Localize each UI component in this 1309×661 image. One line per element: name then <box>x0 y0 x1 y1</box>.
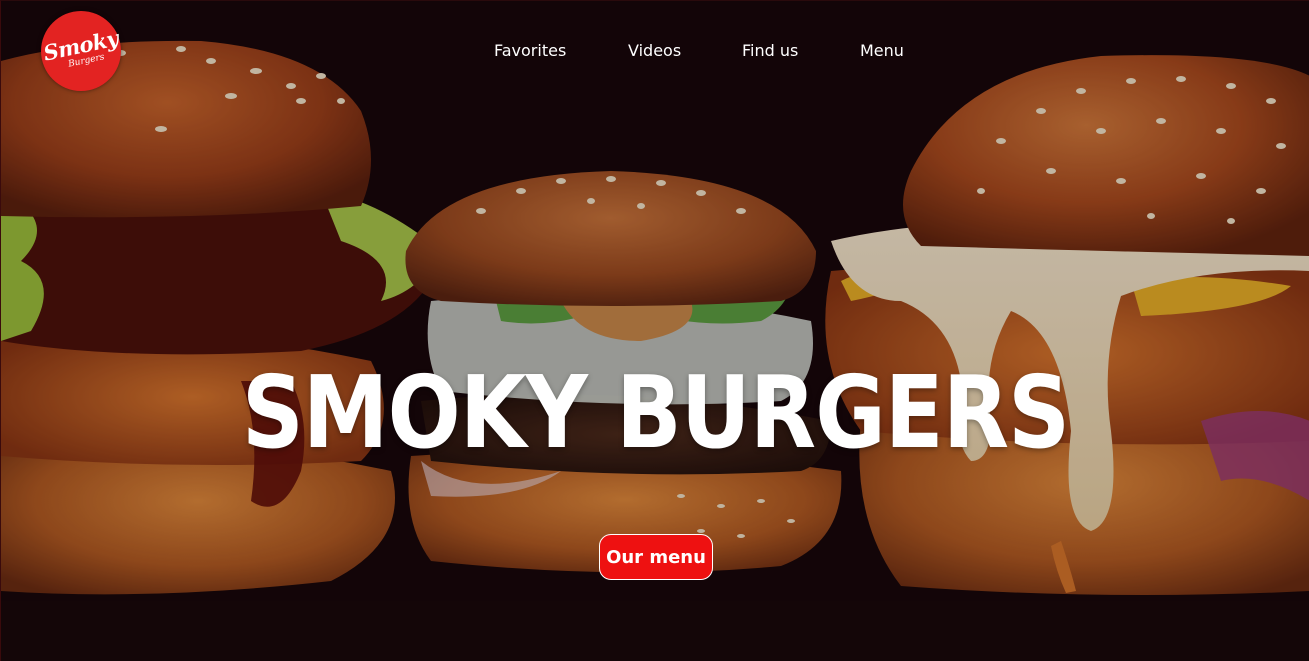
nav-item-favorites[interactable]: Favorites <box>494 39 566 63</box>
our-menu-button[interactable]: Our menu <box>599 534 713 580</box>
hero-dark-overlay <box>1 1 1309 601</box>
landing-page: Smoky Burgers Favorites Videos Find us M… <box>0 0 1309 661</box>
nav-item-find-us[interactable]: Find us <box>742 39 798 63</box>
main-nav: Favorites Videos Find us Menu <box>1 39 1309 63</box>
nav-item-menu[interactable]: Menu <box>860 39 904 63</box>
hero-title: SMOKY BURGERS <box>241 354 1070 471</box>
nav-item-videos[interactable]: Videos <box>628 39 681 63</box>
